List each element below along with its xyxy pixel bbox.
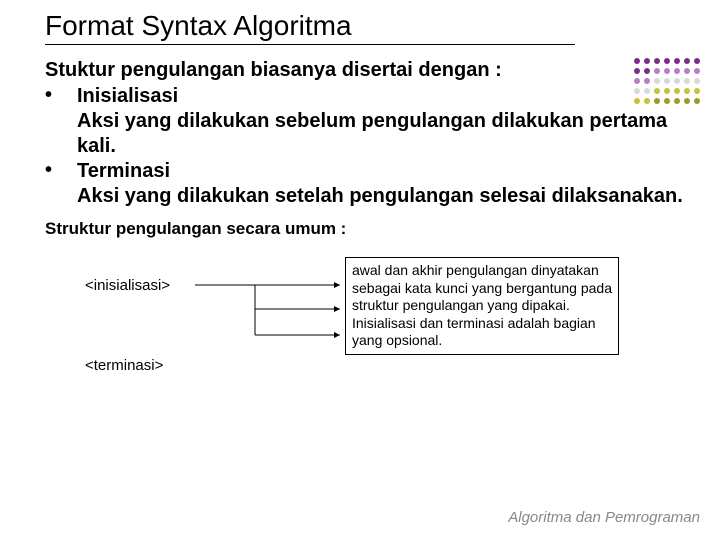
diagram: <inisialisasi> <terminasi> awal dan akhi… xyxy=(85,257,690,407)
arrows-icon xyxy=(195,257,355,407)
bullet-marker: • xyxy=(45,159,77,209)
bullet-head: Inisialisasi xyxy=(77,84,690,109)
tag-inisialisasi: <inisialisasi> xyxy=(85,277,170,294)
bullet-marker: • xyxy=(45,84,77,159)
tag-terminasi: <terminasi> xyxy=(85,357,163,374)
subheading: Struktur pengulangan secara umum : xyxy=(45,219,690,239)
footer-text: Algoritma dan Pemrograman xyxy=(508,509,700,526)
decorative-dots xyxy=(634,58,702,106)
bullet-desc: Aksi yang dilakukan setelah pengulangan … xyxy=(77,184,690,209)
slide: Format Syntax Algoritma Stuktur pengulan… xyxy=(0,0,720,540)
intro-text: Stuktur pengulangan biasanya disertai de… xyxy=(45,59,690,82)
bullet-desc: Aksi yang dilakukan sebelum pengulangan … xyxy=(77,109,690,159)
page-title: Format Syntax Algoritma xyxy=(45,10,575,45)
bullet-list: • Inisialisasi Aksi yang dilakukan sebel… xyxy=(45,84,690,209)
explanation-box: awal dan akhir pengulangan dinyatakan se… xyxy=(345,257,619,355)
bullet-head: Terminasi xyxy=(77,159,690,184)
